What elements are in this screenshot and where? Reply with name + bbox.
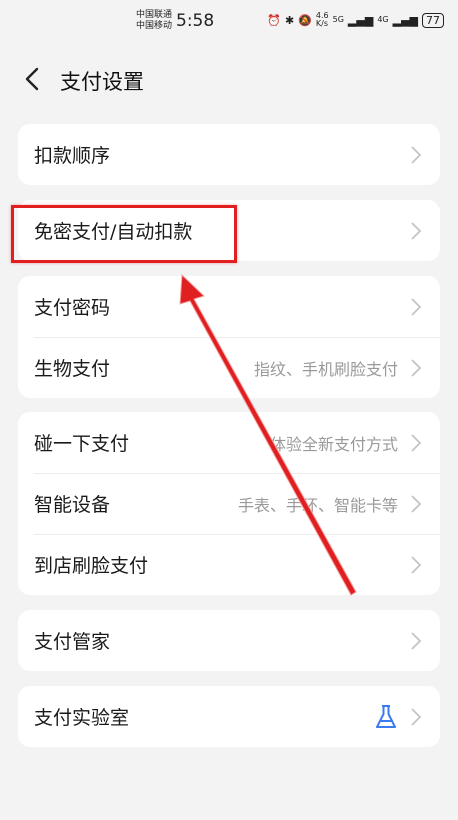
row-value: 体验全新支付方式 (269, 434, 398, 454)
signal-5g: 5G (332, 15, 344, 24)
page-header: 支付设置 (0, 58, 458, 102)
carrier-names: 中国联通 中国移动 (136, 10, 172, 32)
settings-group: 支付实验室 (18, 686, 440, 747)
mute-icon: 🔕 (298, 13, 312, 27)
chevron-right-icon (411, 433, 422, 452)
signal-4g: 4G (377, 15, 389, 24)
row-label: 生物支付 (34, 358, 111, 380)
clock: 5:58 (176, 11, 215, 31)
back-arrow-icon[interactable] (18, 64, 48, 94)
chevron-right-icon (411, 494, 422, 513)
status-icons: ⏰ ✱ 🔕 4.6 K/s 5G ▂▄▆ 4G ▂▄▆ 77 (267, 12, 444, 28)
settings-row-smart-devices[interactable]: 智能设备 手表、手环、智能卡等 (18, 473, 440, 534)
carrier-2: 中国移动 (136, 21, 173, 31)
settings-row-biometric-pay[interactable]: 生物支付 指纹、手机刷脸支付 (18, 337, 440, 398)
row-label: 支付密码 (34, 297, 111, 319)
settings-row-deduction-order[interactable]: 扣款顺序 (18, 124, 440, 185)
row-label: 智能设备 (34, 494, 111, 516)
flask-icon (376, 704, 396, 728)
alarm-icon: ⏰ (267, 13, 281, 27)
signal-icon: ▂▄▆ (392, 13, 418, 27)
chevron-right-icon (411, 221, 422, 240)
row-label: 扣款顺序 (34, 145, 111, 167)
settings-row-in-store-face-pay[interactable]: 到店刷脸支付 (18, 534, 440, 595)
row-value: 指纹、手机刷脸支付 (253, 359, 398, 379)
bluetooth-icon: ✱ (284, 13, 295, 27)
chevron-right-icon (411, 707, 422, 726)
settings-group: 碰一下支付 体验全新支付方式 智能设备 手表、手环、智能卡等 到店刷脸支付 (18, 412, 440, 595)
carrier-1: 中国联通 (136, 10, 173, 20)
highlight-box (11, 205, 237, 263)
settings-group: 支付密码 生物支付 指纹、手机刷脸支付 (18, 276, 440, 398)
row-label: 碰一下支付 (34, 433, 130, 455)
row-label: 支付管家 (34, 631, 111, 653)
settings-row-tap-to-pay[interactable]: 碰一下支付 体验全新支付方式 (18, 412, 440, 473)
row-label: 支付实验室 (34, 707, 130, 729)
settings-row-payment-lab[interactable]: 支付实验室 (18, 686, 440, 747)
row-label: 到店刷脸支付 (34, 555, 149, 577)
settings-row-payment-manager[interactable]: 支付管家 (18, 610, 440, 671)
chevron-right-icon (411, 145, 422, 164)
chevron-right-icon (411, 297, 422, 316)
row-value: 手表、手环、智能卡等 (237, 495, 398, 515)
net-speed: 4.6 K/s (315, 11, 329, 28)
page-title: 支付设置 (60, 70, 144, 94)
battery-icon: 77 (422, 12, 444, 28)
chevron-right-icon (411, 555, 422, 574)
chevron-right-icon (411, 631, 422, 650)
settings-group: 支付管家 (18, 610, 440, 671)
status-bar: 中国联通 中国移动 5:58 ⏰ ✱ 🔕 4.6 K/s 5G ▂▄▆ 4G ▂… (0, 0, 458, 44)
chevron-right-icon (411, 358, 422, 377)
settings-row-payment-password[interactable]: 支付密码 (18, 276, 440, 337)
signal-icon: ▂▄▆ (347, 13, 374, 27)
settings-group: 扣款顺序 (18, 124, 440, 185)
